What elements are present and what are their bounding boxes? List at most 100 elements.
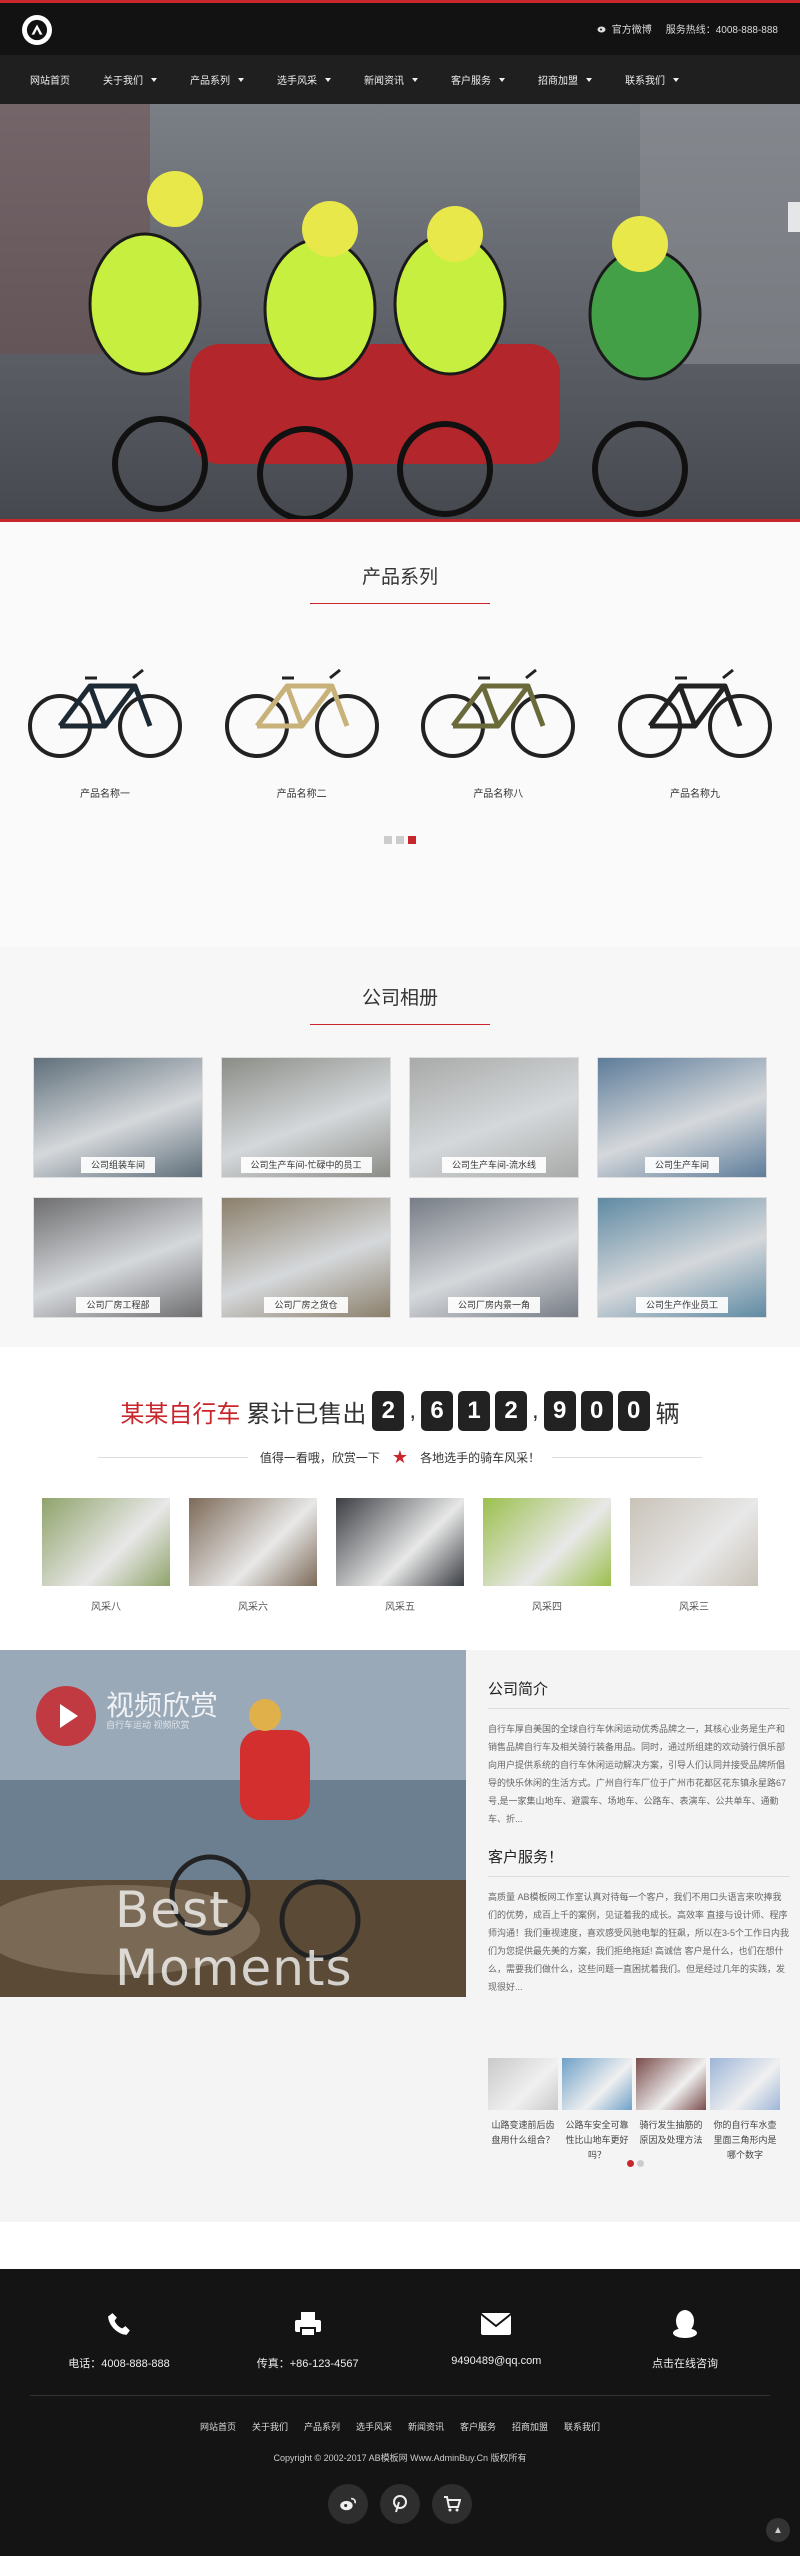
news-thumbnail	[488, 2058, 558, 2110]
album-photo[interactable]: 公司组装车间	[33, 1057, 203, 1178]
album-photo[interactable]: 公司厂房工程部	[33, 1197, 203, 1318]
weibo-button[interactable]	[328, 2484, 368, 2524]
video-overlay-text: Best Moments	[115, 1881, 353, 1997]
footer-link[interactable]: 网站首页	[200, 2420, 236, 2433]
hotline-number: 4008-888-888	[715, 25, 778, 36]
footer-link[interactable]: 选手风采	[356, 2420, 392, 2433]
pager-dot[interactable]	[384, 836, 392, 844]
footer-link[interactable]: 招商加盟	[512, 2420, 548, 2433]
rider-card[interactable]: 风采六	[189, 1498, 317, 1613]
product-card[interactable]: 产品名称八	[418, 656, 578, 800]
caret-down-icon	[586, 77, 592, 82]
pager-dot[interactable]	[408, 836, 416, 844]
album-caption: 公司生产作业员工	[598, 1297, 766, 1313]
digit-separator: ,	[409, 1397, 416, 1424]
contact-item[interactable]: 传真：+86-123-4567	[253, 2307, 363, 2371]
pager-dot[interactable]	[627, 2160, 634, 2167]
sales-counter: 某某自行车 累计已售出 2,612,900 辆	[0, 1391, 800, 1431]
nav-item-5[interactable]: 新闻资讯	[364, 72, 418, 87]
footer-link[interactable]: 产品系列	[304, 2420, 340, 2433]
service-title[interactable]: 客户服务！	[488, 1846, 790, 1877]
album-photo[interactable]: 公司生产车间-流水线	[409, 1057, 579, 1178]
caret-down-icon	[151, 77, 157, 82]
pager-dot[interactable]	[396, 836, 404, 844]
product-pager	[0, 836, 800, 844]
news-list: 山路变速前后齿盘用什么组合？ 公路车安全可靠性比山地车更好吗？ 骑行发生抽筋的原因及…	[488, 2058, 780, 2163]
rider-name: 风采八	[91, 1602, 121, 1613]
weibo-icon	[597, 26, 606, 33]
rider-gallery: 风采八 风采六 风采五 风采四 风采三	[0, 1498, 800, 1613]
product-card[interactable]: 产品名称一	[25, 656, 185, 800]
contact-item[interactable]: 电话：4008-888-888	[64, 2307, 174, 2371]
cart-button[interactable]	[432, 2484, 472, 2524]
rider-card[interactable]: 风采三	[630, 1498, 758, 1613]
video-subtitle: 自行车运动 视频欣赏	[106, 1720, 190, 1730]
video-player[interactable]: 视频欣赏 自行车运动 视频欣赏 Best Moments	[0, 1650, 466, 1997]
nav-item-4[interactable]: 选手风采	[277, 72, 331, 87]
copyright: Copyright © 2002-2017 AB模板网 Www.AdminBuy…	[273, 2453, 527, 2463]
play-icon[interactable]	[36, 1686, 96, 1746]
title-underline	[310, 603, 490, 604]
album-photo[interactable]: 公司生产车间	[597, 1057, 767, 1178]
back-to-top-button[interactable]: ▲	[766, 2518, 790, 2542]
contact-text: 点击在线咨询	[651, 2358, 718, 2370]
rider-photo	[630, 1498, 758, 1586]
album-caption-text: 公司生产车间	[644, 1157, 719, 1173]
footer-link[interactable]: 新闻资讯	[408, 2420, 444, 2433]
album-caption: 公司生产车间	[598, 1157, 766, 1173]
album-caption-text: 公司生产车间-流水线	[442, 1157, 546, 1173]
rider-photo	[483, 1498, 611, 1586]
contact-text: 传真：+86-123-4567	[256, 2358, 359, 2370]
footer-link[interactable]: 客户服务	[460, 2420, 496, 2433]
footer-link[interactable]: 关于我们	[252, 2420, 288, 2433]
news-item[interactable]: 骑行发生抽筋的原因及处理方法	[636, 2058, 706, 2163]
contact-item[interactable]: 点击在线咨询	[630, 2307, 740, 2371]
footer-link[interactable]: 联系我们	[564, 2420, 600, 2433]
next-slide-handle[interactable]	[788, 202, 800, 232]
nav-item-1[interactable]: 网站首页	[30, 72, 70, 87]
product-card[interactable]: 产品名称九	[615, 656, 775, 800]
news-item[interactable]: 你的自行车水壶里面三角形内是哪个数字	[710, 2058, 780, 2163]
nav-item-6[interactable]: 客户服务	[451, 72, 505, 87]
nav-item-8[interactable]: 联系我们	[625, 72, 679, 87]
contact-item[interactable]: 9490489@qq.com	[441, 2307, 551, 2371]
sold-prefix: 累计已售出	[246, 1400, 367, 1428]
album-caption: 公司厂房内景一角	[410, 1297, 578, 1313]
news-thumbnail	[562, 2058, 632, 2110]
album-photo[interactable]: 公司生产作业员工	[597, 1197, 767, 1318]
top-bar: 官方微博 服务热线：4008-888-888	[0, 0, 800, 55]
nav-item-7[interactable]: 招商加盟	[538, 72, 592, 87]
pinterest-icon	[392, 2495, 408, 2513]
product-name: 产品名称九	[669, 789, 720, 800]
caret-down-icon	[673, 77, 679, 82]
album-photo[interactable]: 公司厂房内景一角	[409, 1197, 579, 1318]
product-name: 产品名称一	[80, 789, 130, 800]
product-card[interactable]: 产品名称二	[222, 656, 382, 800]
footer-nav: 网站首页 关于我们 产品系列 选手风采 新闻资讯 客户服务 招商加盟 联系我们	[0, 2420, 800, 2433]
news-title: 你的自行车水壶里面三角形内是哪个数字	[713, 2120, 777, 2160]
album-photo[interactable]: 公司厂房之货仓	[221, 1197, 391, 1318]
nav-item-label: 联系我们	[625, 76, 665, 87]
rider-card[interactable]: 风采五	[336, 1498, 464, 1613]
rider-card[interactable]: 风采八	[42, 1498, 170, 1613]
news-item[interactable]: 山路变速前后齿盘用什么组合？	[488, 2058, 558, 2163]
qq-icon	[630, 2307, 740, 2341]
product-list: 产品名称一 产品名称二 产品名称八 产品名称九	[0, 656, 800, 800]
counter-digit: 6	[421, 1391, 453, 1431]
weibo-link[interactable]: 官方微博	[597, 21, 652, 36]
hotline-label: 服务热线	[665, 25, 706, 36]
logo-mark-icon	[26, 19, 48, 41]
news-item[interactable]: 公路车安全可靠性比山地车更好吗？	[562, 2058, 632, 2163]
intro-section: 视频欣赏 自行车运动 视频欣赏 Best Moments 公司简介 自行车厚自美…	[0, 1650, 800, 2222]
nav-item-2[interactable]: 关于我们	[103, 72, 157, 87]
album-photo[interactable]: 公司生产车间-忙碌中的员工	[221, 1057, 391, 1178]
pager-dot[interactable]	[637, 2160, 644, 2167]
about-title[interactable]: 公司简介	[488, 1678, 790, 1709]
pinterest-button[interactable]	[380, 2484, 420, 2524]
album-caption: 公司厂房工程部	[34, 1297, 202, 1313]
rider-card[interactable]: 风采四	[483, 1498, 611, 1613]
nav-item-3[interactable]: 产品系列	[190, 72, 244, 87]
nav-item-label: 新闻资讯	[364, 76, 404, 87]
logo[interactable]	[22, 15, 52, 45]
news-title: 山路变速前后齿盘用什么组合？	[491, 2120, 555, 2145]
